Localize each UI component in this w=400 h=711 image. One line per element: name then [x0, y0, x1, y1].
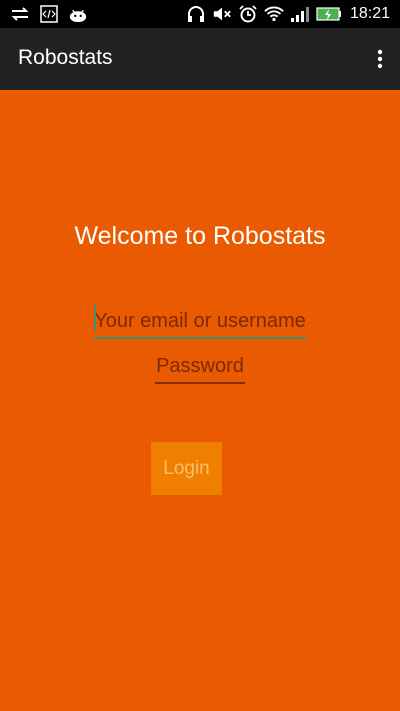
alarm-icon — [238, 5, 258, 23]
password-input[interactable] — [155, 350, 245, 384]
login-screen: Welcome to Robostats Login — [0, 90, 400, 711]
login-button[interactable]: Login — [151, 442, 222, 495]
clock: 18:21 — [349, 5, 390, 22]
wifi-icon — [264, 5, 284, 23]
headphones-icon — [186, 5, 206, 23]
text-caret — [94, 305, 96, 331]
android-icon — [68, 5, 88, 23]
code-icon — [39, 5, 59, 23]
data-transfer-icon — [10, 5, 30, 23]
signal-icon — [290, 5, 310, 23]
status-bar: 18:21 — [0, 0, 400, 28]
mute-icon — [212, 5, 232, 23]
app-bar: Robostats — [0, 28, 400, 90]
battery-charging-icon — [316, 5, 342, 23]
welcome-heading: Welcome to Robostats — [74, 222, 326, 250]
email-input[interactable] — [94, 305, 306, 339]
app-title: Robostats — [18, 46, 113, 69]
overflow-menu-icon[interactable] — [370, 46, 390, 72]
